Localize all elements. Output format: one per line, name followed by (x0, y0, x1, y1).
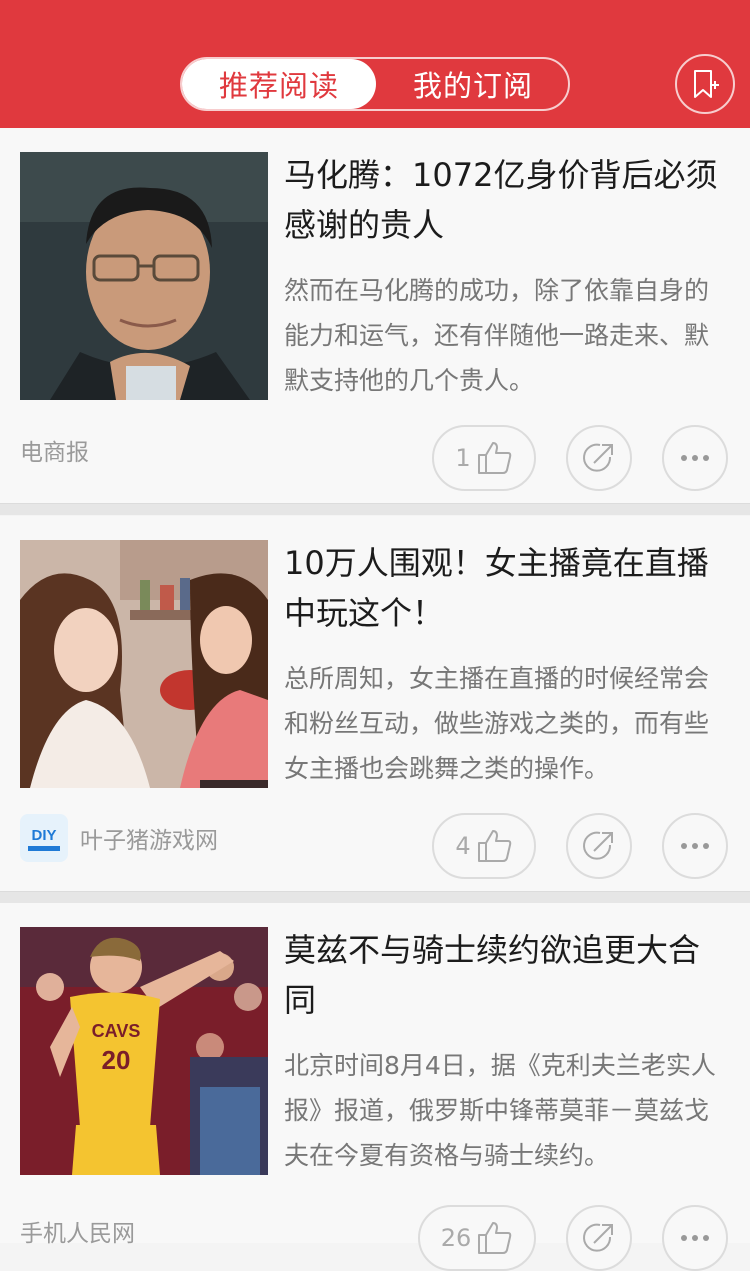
bookmark-button[interactable] (675, 54, 735, 114)
like-count: 1 (455, 444, 471, 472)
article-summary: 北京时间8月4日，据《克利夫兰老实人报》报道，俄罗斯中锋蒂莫菲－莫兹戈夫在今夏有… (284, 1043, 729, 1178)
thumbs-up-icon (477, 442, 511, 474)
like-count: 4 (455, 832, 471, 860)
more-button[interactable] (662, 813, 728, 879)
share-icon (583, 443, 613, 472)
source-logo: DIY (20, 814, 68, 862)
card-divider (0, 891, 750, 903)
like-button[interactable]: 26 (418, 1205, 536, 1271)
share-button[interactable] (566, 813, 632, 879)
article-thumbnail[interactable] (20, 152, 268, 400)
thumbs-up-icon (478, 1222, 512, 1254)
tab-switcher: 推荐阅读 我的订阅 (180, 57, 570, 111)
article-summary-text: 然而在马化腾的成功，除了依靠自身的能力和运气，还有伴随他一路走来、默默支持他的几… (284, 276, 710, 395)
source-name: 手机人民网 (20, 1221, 135, 1247)
share-button[interactable] (566, 1205, 632, 1271)
article-source[interactable]: 电商报 (20, 420, 89, 480)
article-title[interactable]: 马化腾：1072亿身价背后必须感谢的贵人 (284, 150, 729, 250)
article-summary: 总所周知，女主播在直播的时候经常会和粉丝互动，做些游戏之类的，而有些女主播也会跳… (284, 656, 729, 791)
like-count: 26 (440, 1224, 472, 1252)
article-summary: 然而在马化腾的成功，除了依靠自身的能力和运气，还有伴随他一路走来、默默支持他的几… (284, 268, 729, 403)
bookmark-add-icon (694, 70, 719, 98)
more-icon (681, 1235, 709, 1241)
more-button[interactable] (662, 1205, 728, 1271)
more-icon (681, 843, 709, 849)
jersey-number: 20 (102, 1045, 131, 1075)
article-card[interactable]: CAVS 20 莫兹不与骑士续约欲追更大合同 北京时间8月4日，据《克利夫兰老实… (0, 903, 750, 1271)
share-button[interactable] (566, 425, 632, 491)
article-card[interactable]: 马化腾：1072亿身价背后必须感谢的贵人 然而在马化腾的成功，除了依靠自身的能力… (0, 128, 750, 503)
top-bar: 推荐阅读 我的订阅 (0, 0, 750, 128)
source-logo-text: DIY (31, 827, 56, 844)
article-summary-text: 总所周知，女主播在直播的时候经常会和粉丝互动，做些游戏之类的，而有些女主播也会跳… (284, 664, 710, 783)
thumbs-up-icon (477, 830, 511, 862)
share-icon (583, 831, 613, 860)
more-icon (681, 455, 709, 461)
source-name: 电商报 (20, 440, 89, 466)
source-name: 叶子猪游戏网 (80, 828, 218, 854)
article-thumbnail[interactable] (20, 540, 268, 788)
like-button[interactable]: 4 (432, 813, 536, 879)
article-source[interactable]: DIY 叶子猪游戏网 (20, 808, 218, 868)
article-summary-text: 北京时间8月4日，据《克利夫兰老实人报》报道，俄罗斯中锋蒂莫菲－莫兹戈夫在今夏有… (284, 1051, 716, 1170)
share-icon (583, 1223, 613, 1252)
article-title[interactable]: 莫兹不与骑士续约欲追更大合同 (284, 925, 729, 1025)
article-source[interactable]: 手机人民网 (20, 1201, 135, 1261)
tab-subscriptions[interactable]: 我的订阅 (376, 59, 570, 109)
more-button[interactable] (662, 425, 728, 491)
tab-recommended[interactable]: 推荐阅读 (182, 59, 376, 109)
card-divider (0, 503, 750, 515)
article-thumbnail[interactable]: CAVS 20 (20, 927, 268, 1175)
article-title[interactable]: 10万人围观！女主播竟在直播中玩这个！ (284, 538, 729, 638)
like-button[interactable]: 1 (432, 425, 536, 491)
jersey-text: CAVS (92, 1021, 141, 1041)
article-card[interactable]: 10万人围观！女主播竟在直播中玩这个！ 总所周知，女主播在直播的时候经常会和粉丝… (0, 516, 750, 891)
